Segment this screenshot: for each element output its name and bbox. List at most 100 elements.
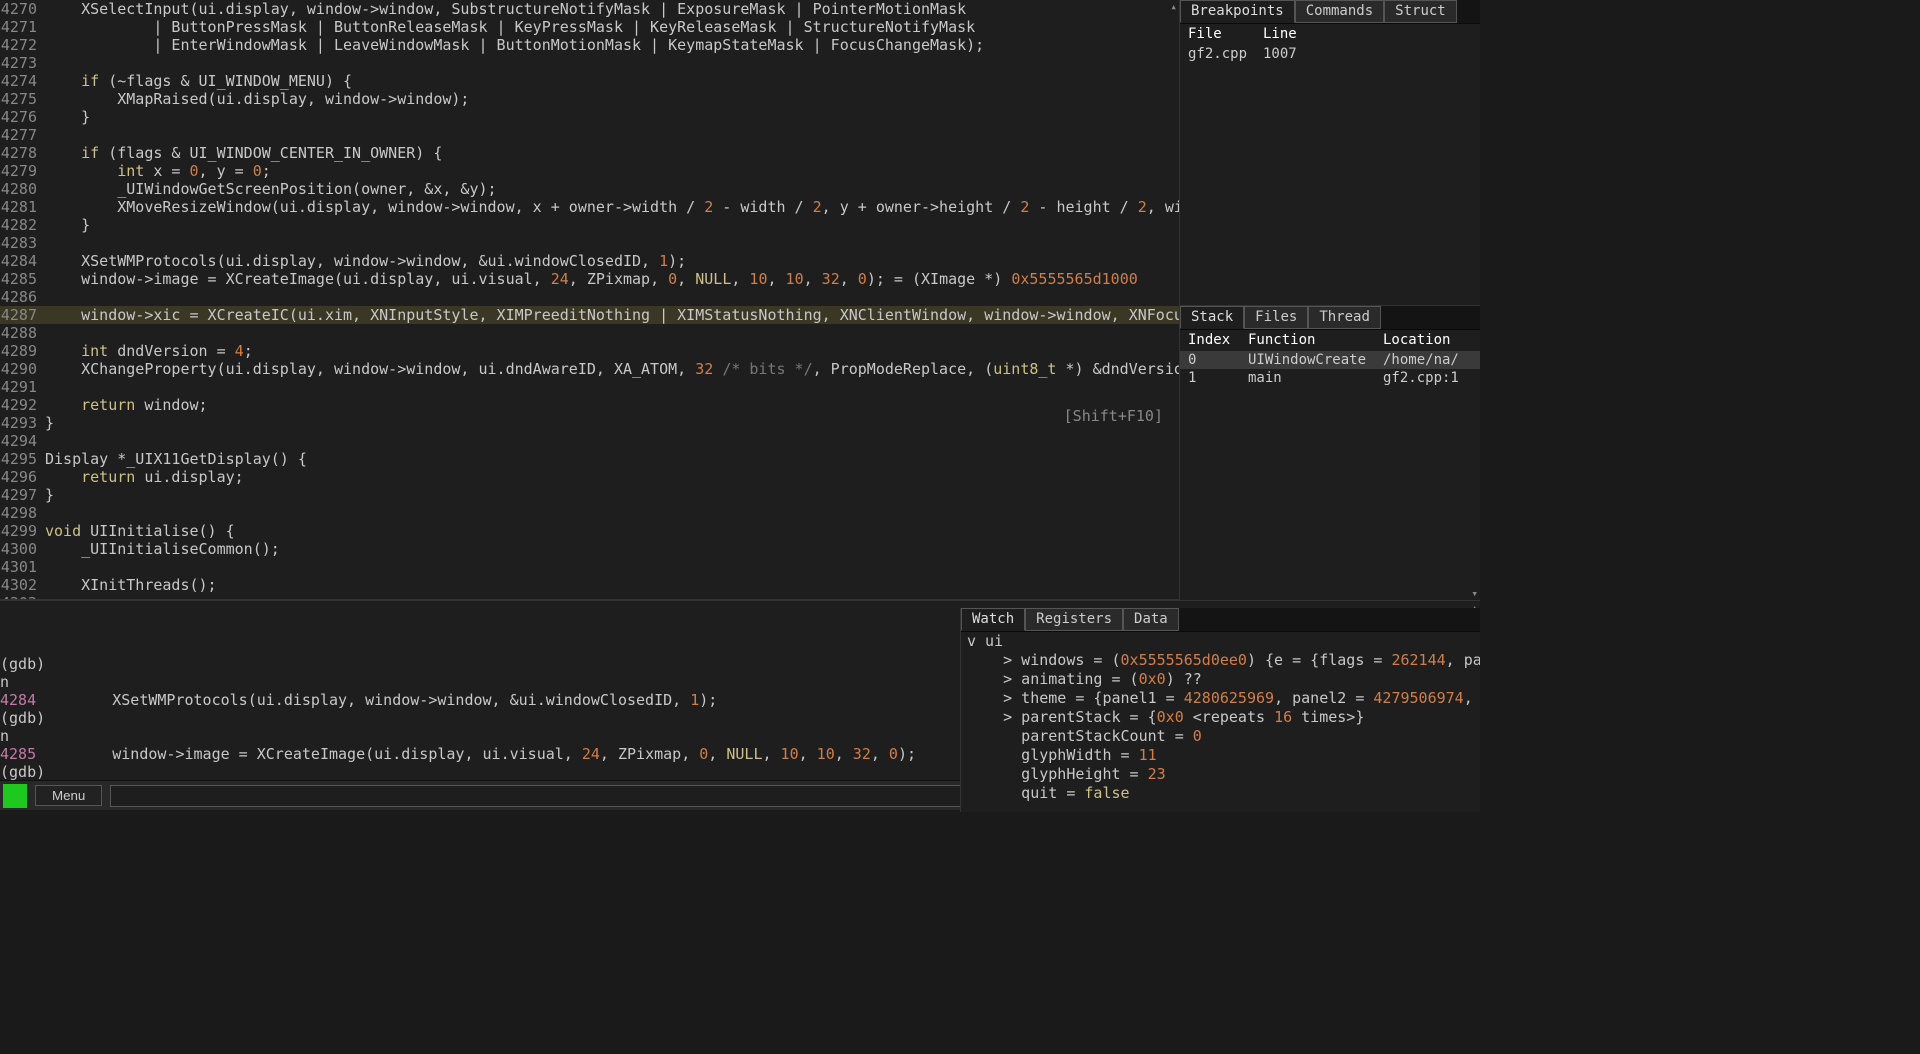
code-line[interactable]: 4271 | ButtonPressMask | ButtonReleaseMa…: [0, 18, 1179, 36]
line-content: XMoveResizeWindow(ui.display, window->wi…: [45, 198, 1179, 216]
watch-item[interactable]: > theme = {panel1 = 4280625969, panel2 =…: [961, 689, 1480, 708]
line-number: 4283: [0, 234, 45, 252]
code-line[interactable]: 4295Display *_UIX11GetDisplay() {: [0, 450, 1179, 468]
tab-stack[interactable]: Stack: [1180, 306, 1244, 329]
line-content: window->image = XCreateImage(ui.display,…: [45, 270, 1179, 288]
keyboard-hint: [Shift+F10]: [1064, 407, 1163, 425]
line-number: 4293: [0, 414, 45, 432]
tab-struct[interactable]: Struct: [1384, 0, 1457, 23]
stack-panel: StackFilesThread Index Function Location…: [1180, 305, 1480, 600]
code-line[interactable]: 4302 XInitThreads();: [0, 576, 1179, 594]
scroll-down-icon[interactable]: ▾: [1471, 587, 1478, 600]
tab-thread[interactable]: Thread: [1308, 306, 1381, 329]
code-line[interactable]: 4280 _UIWindowGetScreenPosition(owner, &…: [0, 180, 1179, 198]
code-line[interactable]: 4281 XMoveResizeWindow(ui.display, windo…: [0, 198, 1179, 216]
menu-button[interactable]: Menu: [35, 785, 102, 806]
line-content: int dndVersion = 4;: [45, 342, 1179, 360]
tab-data[interactable]: Data: [1123, 608, 1179, 631]
code-line[interactable]: 4292 return window;: [0, 396, 1179, 414]
tab-commands[interactable]: Commands: [1295, 0, 1384, 23]
code-editor[interactable]: ▴ 4270 XSelectInput(ui.display, window->…: [0, 0, 1180, 600]
line-content: void UIInitialise() {: [45, 522, 1179, 540]
breakpoint-row[interactable]: gf2.cpp1007: [1180, 45, 1480, 64]
stack-frame-row[interactable]: 1maingf2.cpp:1: [1180, 369, 1480, 388]
watch-item[interactable]: parentStackCount = 0: [961, 727, 1480, 746]
line-number: 4271: [0, 18, 45, 36]
code-line[interactable]: 4276 }: [0, 108, 1179, 126]
code-line[interactable]: 4290 XChangeProperty(ui.display, window-…: [0, 360, 1179, 378]
tab-breakpoints[interactable]: Breakpoints: [1180, 0, 1295, 23]
line-content: }: [45, 486, 1179, 504]
code-line[interactable]: 4300 _UIInitialiseCommon();: [0, 540, 1179, 558]
watch-item[interactable]: > windows = (0x5555565d0ee0) {e = {flags…: [961, 651, 1480, 670]
code-line[interactable]: 4275 XMapRaised(ui.display, window->wind…: [0, 90, 1179, 108]
code-line[interactable]: 4299void UIInitialise() {: [0, 522, 1179, 540]
line-content: if (flags & UI_WINDOW_CENTER_IN_OWNER) {: [45, 144, 1179, 162]
watch-item[interactable]: > animating = (0x0) ??: [961, 670, 1480, 689]
col-location: Location: [1383, 332, 1472, 349]
line-content: XSetWMProtocols(ui.display, window->wind…: [45, 252, 1179, 270]
code-line[interactable]: 4272 | EnterWindowMask | LeaveWindowMask…: [0, 36, 1179, 54]
line-number: 4278: [0, 144, 45, 162]
code-line[interactable]: 4277: [0, 126, 1179, 144]
line-content: [45, 288, 1179, 306]
line-content: _UIInitialiseCommon();: [45, 540, 1179, 558]
col-line: Line: [1263, 26, 1343, 43]
code-line[interactable]: 4286: [0, 288, 1179, 306]
line-content: XChangeProperty(ui.display, window->wind…: [45, 360, 1179, 378]
line-number: 4295: [0, 450, 45, 468]
code-line[interactable]: 4297}: [0, 486, 1179, 504]
watch-item[interactable]: quit = false: [961, 784, 1480, 803]
watch-item[interactable]: glyphHeight = 23: [961, 765, 1480, 784]
code-line[interactable]: 4282 }: [0, 216, 1179, 234]
tab-watch[interactable]: Watch: [961, 608, 1025, 631]
code-line[interactable]: 4289 int dndVersion = 4;: [0, 342, 1179, 360]
code-line[interactable]: 4298: [0, 504, 1179, 522]
status-indicator-icon: [3, 784, 27, 808]
line-content: [45, 504, 1179, 522]
breakpoints-header: File Line: [1180, 24, 1480, 45]
stack-frame-row[interactable]: 0UIWindowCreate/home/na/: [1180, 351, 1480, 370]
line-content: return ui.display;: [45, 468, 1179, 486]
watch-item[interactable]: > parentStack = {0x0 <repeats 16 times>}: [961, 708, 1480, 727]
code-line[interactable]: 4283: [0, 234, 1179, 252]
code-line[interactable]: 4293}: [0, 414, 1179, 432]
line-number: 4302: [0, 576, 45, 594]
line-content: [45, 54, 1179, 72]
code-line[interactable]: 4270 XSelectInput(ui.display, window->wi…: [0, 0, 1179, 18]
line-number: 4287: [0, 306, 45, 324]
line-content: XMapRaised(ui.display, window->window);: [45, 90, 1179, 108]
line-content: }: [45, 108, 1179, 126]
watch-item[interactable]: glyphWidth = 11: [961, 746, 1480, 765]
line-content: if (~flags & UI_WINDOW_MENU) {: [45, 72, 1179, 90]
code-line[interactable]: 4284 XSetWMProtocols(ui.display, window-…: [0, 252, 1179, 270]
code-line[interactable]: 4288: [0, 324, 1179, 342]
col-file: File: [1188, 26, 1263, 43]
code-line[interactable]: 4294: [0, 432, 1179, 450]
tab-files[interactable]: Files: [1244, 306, 1308, 329]
line-number: 4284: [0, 252, 45, 270]
code-line[interactable]: 4296 return ui.display;: [0, 468, 1179, 486]
watch-root[interactable]: v ui: [961, 632, 1480, 651]
breakpoints-tabs: BreakpointsCommandsStruct: [1180, 0, 1480, 24]
line-number: 4290: [0, 360, 45, 378]
code-line[interactable]: 4285 window->image = XCreateImage(ui.dis…: [0, 270, 1179, 288]
scroll-up-icon[interactable]: ▴: [1170, 0, 1177, 13]
code-line[interactable]: 4301: [0, 558, 1179, 576]
code-line[interactable]: 4287 window->xic = XCreateIC(ui.xim, XNI…: [0, 306, 1179, 324]
line-content: [45, 234, 1179, 252]
tab-registers[interactable]: Registers: [1025, 608, 1123, 631]
line-number: 4291: [0, 378, 45, 396]
line-number: 4289: [0, 342, 45, 360]
line-number: 4298: [0, 504, 45, 522]
line-number: 4275: [0, 90, 45, 108]
code-line[interactable]: 4291: [0, 378, 1179, 396]
line-content: | ButtonPressMask | ButtonReleaseMask | …: [45, 18, 1179, 36]
code-line[interactable]: 4278 if (flags & UI_WINDOW_CENTER_IN_OWN…: [0, 144, 1179, 162]
line-number: 4276: [0, 108, 45, 126]
code-line[interactable]: 4274 if (~flags & UI_WINDOW_MENU) {: [0, 72, 1179, 90]
code-line[interactable]: 4279 int x = 0, y = 0;: [0, 162, 1179, 180]
line-number: 4297: [0, 486, 45, 504]
code-line[interactable]: 4273: [0, 54, 1179, 72]
line-content: [45, 378, 1179, 396]
